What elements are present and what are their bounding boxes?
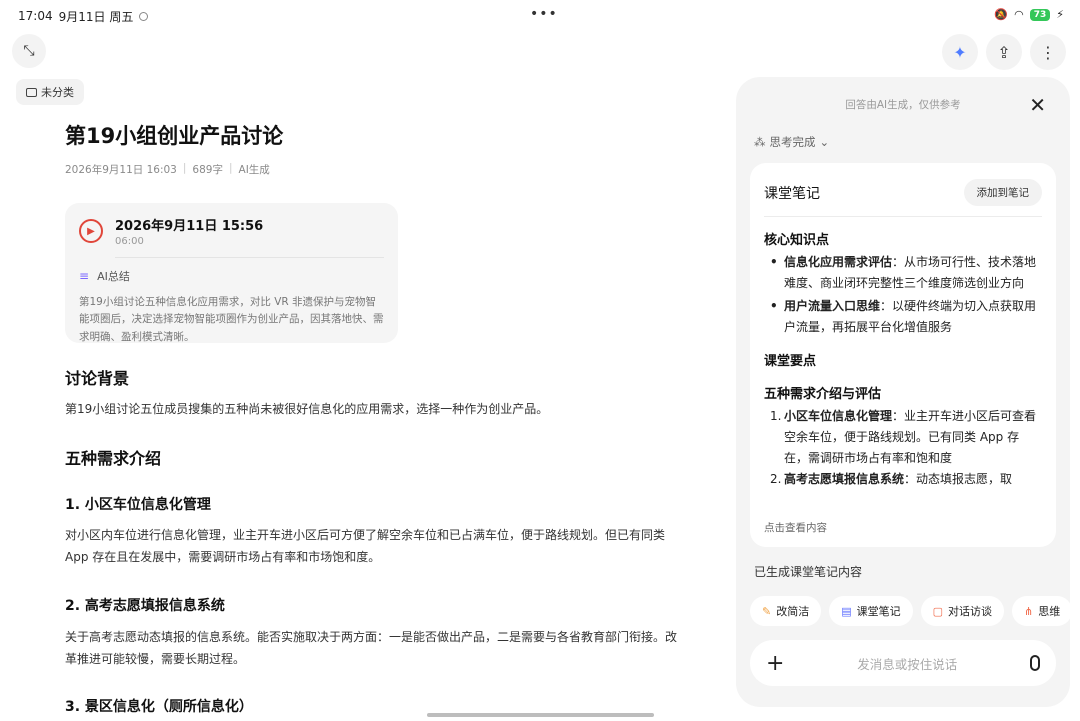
home-indicator[interactable]	[427, 713, 654, 717]
suggestion-chips: ✎ 改简洁 ▤ 课堂笔记 ▢ 对话访谈 ⋔ 思维	[750, 596, 1070, 626]
note-icon: ▤	[841, 604, 852, 618]
folder-icon	[26, 87, 37, 97]
divider	[764, 216, 1042, 217]
item3-heading: 3. 景区信息化（厕所信息化）	[65, 699, 253, 715]
doc-meta: 2026年9月11日 16:03 | 689字 | AI生成	[65, 162, 680, 177]
core-knowledge-heading: 核心知识点	[764, 233, 830, 248]
five-needs-list: 1. 小区车位信息化管理：业主开车进小区后可查看空余车位，便于路线规划。已有同类 …	[764, 406, 1042, 490]
item1-paragraph: 对小区内车位进行信息化管理，业主开车进小区后可方便了解空余车位和已占满车位，便于…	[65, 528, 666, 565]
top-actions: ✦ ⇪ ⋮	[942, 34, 1066, 70]
wifi-icon: ◠	[1014, 8, 1024, 21]
section-heading-five-needs: 五种需求介绍	[65, 449, 162, 468]
play-icon[interactable]: ▶	[79, 219, 103, 243]
meta-words: 689字	[192, 164, 223, 176]
thinking-label: 思考完成	[769, 135, 816, 149]
item2-paragraph: 关于高考志愿动态填报的信息系统。能否实施取决于两方面：一是能否做出产品，二是需要…	[65, 630, 678, 667]
mindmap-icon: ⋔	[1024, 604, 1034, 618]
status-right: 🔕 ◠ 73 ⚡	[994, 8, 1064, 21]
share-icon[interactable]: ⇪	[986, 34, 1022, 70]
list-item: 1. 小区车位信息化管理：业主开车进小区后可查看空余车位，便于路线规划。已有同类 …	[770, 409, 1037, 465]
thinking-toggle[interactable]: ⁂ 思考完成 ⌄	[754, 134, 829, 150]
item1-heading: 1. 小区车位信息化管理	[65, 497, 211, 513]
mute-icon: 🔕	[994, 8, 1009, 21]
status-time: 17:04	[18, 9, 53, 23]
section-heading-background: 讨论背景	[65, 369, 130, 388]
key-points-heading: 课堂要点	[764, 354, 817, 369]
meta-separator: |	[228, 162, 233, 174]
more-vertical-icon[interactable]: ⋮	[1030, 34, 1066, 70]
ai-panel: 回答由AI生成，仅供参考 ✕ ⁂ 思考完成 ⌄ 课堂笔记 添加到笔记 核心知识点…	[736, 77, 1070, 707]
close-icon[interactable]: ✕	[1029, 93, 1046, 117]
microphone-icon[interactable]	[1030, 655, 1040, 671]
list-item: 信息化应用需求评估：从市场可行性、技术落地难度、商业闭环完整性三个维度筛选创业方…	[764, 252, 1042, 294]
plus-icon[interactable]: +	[766, 651, 784, 676]
status-left: 17:04 9月11日 周五	[18, 8, 149, 25]
category-tag[interactable]: 未分类	[16, 79, 84, 105]
generated-label: 已生成课堂笔记内容	[754, 565, 863, 579]
ai-summary-text: 第19小组讨论五种信息化应用需求，对比 VR 非遗保护与宠物智能项圈后，决定选择…	[79, 296, 384, 343]
status-date: 9月11日 周五	[58, 9, 134, 24]
list-item: 用户流量入口思维：以硬件终端为切入点获取用户流量，再拓展平台化增值服务	[764, 296, 1042, 338]
recording-duration: 06:00	[115, 236, 144, 247]
ai-summary-header: ≡ AI总结	[79, 268, 384, 284]
five-needs-heading: 五种需求介绍与评估	[764, 387, 882, 402]
list-item: 2. 高考志愿填报信息系统：动态填报志愿，取	[770, 472, 1013, 486]
document-header: 第19小组创业产品讨论 2026年9月11日 16:03 | 689字 | AI…	[65, 120, 680, 343]
page-title: 第19小组创业产品讨论	[65, 124, 284, 148]
more-dots-icon[interactable]: •••	[530, 6, 558, 22]
battery-indicator: 73	[1029, 8, 1051, 21]
ai-sparkle-icon[interactable]: ✦	[942, 34, 978, 70]
ai-summary-label: AI总结	[97, 270, 130, 283]
thinking-icon: ⁂	[754, 135, 766, 149]
core-points-list: 信息化应用需求评估：从市场可行性、技术落地难度、商业闭环完整性三个维度筛选创业方…	[764, 252, 1042, 338]
meta-date: 2026年9月11日 16:03	[65, 164, 177, 176]
class-note-card: 课堂笔记 添加到笔记 核心知识点 信息化应用需求评估：从市场可行性、技术落地难度…	[750, 163, 1056, 547]
recording-datetime: 2026年9月11日 15:56	[115, 219, 264, 234]
chip-interview[interactable]: ▢ 对话访谈	[920, 596, 1005, 626]
edit-icon: ✎	[762, 604, 772, 618]
background-paragraph: 第19小组讨论五位成员搜集的五种尚未被很好信息化的应用需求，选择一种作为创业产品…	[65, 402, 549, 416]
meta-source: AI生成	[238, 164, 270, 176]
recording-card[interactable]: ▶ 2026年9月11日 15:56 06:00 ≡ AI总结 第19小组讨论五…	[65, 203, 398, 343]
message-input-bar[interactable]: + 发消息或按住说话	[750, 640, 1056, 686]
ai-summary-icon: ≡	[79, 269, 90, 283]
chat-icon: ▢	[932, 604, 944, 618]
chip-simplify[interactable]: ✎ 改简洁	[750, 596, 822, 626]
view-more-link[interactable]: 点击查看内容	[764, 514, 1044, 535]
chip-class-note[interactable]: ▤ 课堂笔记	[829, 596, 913, 626]
note-title: 课堂笔记	[764, 185, 820, 202]
add-to-note-button[interactable]: 添加到笔记	[963, 179, 1042, 206]
chevron-down-icon: ⌄	[819, 135, 830, 149]
ai-disclaimer: 回答由AI生成，仅供参考	[845, 99, 961, 111]
chip-mindmap[interactable]: ⋔ 思维	[1012, 596, 1070, 626]
divider	[115, 257, 384, 258]
meta-separator: |	[182, 162, 187, 174]
charging-icon: ⚡	[1056, 8, 1064, 21]
collapse-icon[interactable]: ⤡	[12, 34, 46, 68]
sync-icon	[139, 11, 149, 21]
message-input[interactable]: 发消息或按住说话	[784, 654, 1030, 673]
category-label: 未分类	[41, 86, 74, 99]
item2-heading: 2. 高考志愿填报信息系统	[65, 598, 225, 614]
